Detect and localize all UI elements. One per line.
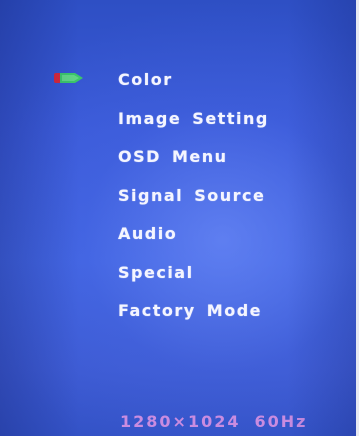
menu-item-special[interactable]: Special <box>118 261 269 300</box>
menu-item-image-setting[interactable]: Image Setting <box>118 107 269 146</box>
menu-item-factory-mode[interactable]: Factory Mode <box>118 299 269 338</box>
signal-status: 1280×1024 60Hz <box>120 412 307 431</box>
status-resolution: 1280×1024 <box>120 412 241 431</box>
osd-main-menu: Color Image Setting OSD Menu Signal Sour… <box>118 68 269 338</box>
menu-item-audio[interactable]: Audio <box>118 222 269 261</box>
selection-arrow-icon <box>54 73 83 83</box>
menu-item-color[interactable]: Color <box>118 68 269 107</box>
menu-item-signal-source[interactable]: Signal Source <box>118 184 269 223</box>
status-refresh-rate: 60Hz <box>254 412 308 431</box>
menu-item-osd-menu[interactable]: OSD Menu <box>118 145 269 184</box>
osd-screen: Color Image Setting OSD Menu Signal Sour… <box>0 0 359 436</box>
